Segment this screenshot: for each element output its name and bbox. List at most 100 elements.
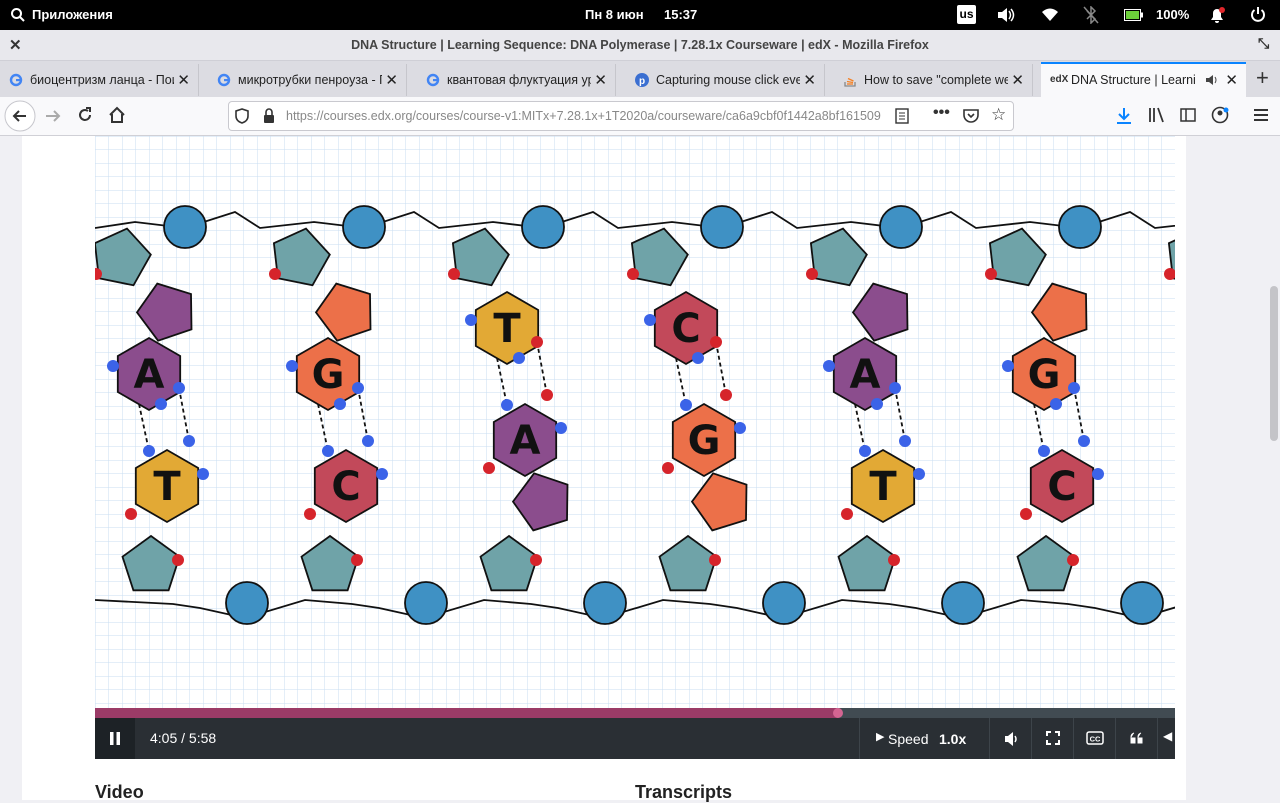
close-tab-icon[interactable]: ✕ xyxy=(594,71,607,89)
atom-top xyxy=(352,382,364,394)
oxygen-atom xyxy=(530,554,542,566)
home-button[interactable] xyxy=(108,106,126,124)
forward-button[interactable] xyxy=(44,107,62,125)
bluetooth-off-icon[interactable] xyxy=(1083,6,1099,24)
nitrogen-atom xyxy=(143,445,155,457)
nitrogen-atom xyxy=(501,399,513,411)
restore-window-icon[interactable]: ⤡ xyxy=(1258,35,1269,52)
nitrogen-atom xyxy=(644,314,656,326)
tab-label: Capturing mouse click eve xyxy=(656,73,800,87)
oxygen-atom xyxy=(351,554,363,566)
downloads-icon[interactable] xyxy=(1116,107,1132,125)
pocket-icon[interactable] xyxy=(963,108,979,123)
back-button[interactable] xyxy=(4,100,36,132)
transcript-toggle-button[interactable] xyxy=(1115,718,1158,759)
lock-icon[interactable] xyxy=(263,108,275,124)
volume-icon[interactable] xyxy=(996,7,1016,23)
notification-bell-icon[interactable] xyxy=(1208,6,1226,24)
base-letter-top: A xyxy=(850,352,881,398)
power-icon[interactable] xyxy=(1250,6,1266,22)
video-frame[interactable]: A T G C T A C G A T G C xyxy=(95,136,1175,708)
oxygen-atom xyxy=(806,268,818,280)
account-icon[interactable] xyxy=(1211,106,1229,124)
progress-fill xyxy=(95,708,839,718)
tab-label: микротрубки пенроуза - Поиск xyxy=(238,73,382,87)
keyboard-layout-indicator[interactable]: us xyxy=(957,5,976,24)
progress-handle[interactable] xyxy=(833,708,844,718)
atom-top xyxy=(1068,382,1080,394)
close-tab-icon[interactable]: ✕ xyxy=(177,71,190,89)
tab-1[interactable]: биоцентризм ланца - Поиск ✕ xyxy=(0,64,199,96)
close-tab-icon[interactable]: ✕ xyxy=(803,71,816,89)
menu-icon[interactable] xyxy=(1253,108,1269,122)
phosphate-top xyxy=(163,205,207,249)
phosphate-bottom xyxy=(941,581,985,625)
page-actions-icon[interactable]: ••• xyxy=(933,104,950,122)
oxygen-atom xyxy=(841,508,853,520)
volume-button[interactable] xyxy=(989,718,1032,759)
base-letter-bottom: G xyxy=(688,418,721,464)
tab-label: DNA Structure | Learni xyxy=(1071,73,1196,87)
nitrogen-atom xyxy=(107,360,119,372)
chevron-right-icon: ▶ xyxy=(876,731,885,743)
oxygen-atom xyxy=(888,554,900,566)
pause-button[interactable] xyxy=(95,718,135,759)
search-icon[interactable] xyxy=(10,7,26,23)
fullscreen-icon xyxy=(1046,731,1060,745)
video-progress-bar[interactable] xyxy=(95,708,1175,718)
atom-top xyxy=(173,382,185,394)
reload-button[interactable] xyxy=(76,106,94,124)
nitrogen-atom xyxy=(555,422,567,434)
fullscreen-button[interactable] xyxy=(1031,718,1074,759)
bookmark-star-icon[interactable]: ☆ xyxy=(991,105,1006,125)
tab-6-active[interactable]: edX DNA Structure | Learni ✕ xyxy=(1041,62,1246,98)
speed-control[interactable]: ▶ Speed 1.0x xyxy=(859,718,990,759)
atom-bottom xyxy=(720,389,732,401)
url-text[interactable]: https://courses.edx.org/courses/course-v… xyxy=(286,109,886,123)
nitrogen-atom xyxy=(197,468,209,480)
edx-icon: edX xyxy=(1050,74,1069,85)
atom-bottom xyxy=(362,435,374,447)
speed-label: Speed xyxy=(888,731,929,747)
reader-view-icon[interactable] xyxy=(895,108,909,124)
tab-2[interactable]: микротрубки пенроуза - Поиск ✕ xyxy=(208,64,407,96)
close-tab-icon[interactable]: ✕ xyxy=(1011,71,1024,89)
captions-button[interactable]: CC xyxy=(1073,718,1116,759)
base-letter-bottom: C xyxy=(1047,464,1076,510)
close-tab-icon[interactable]: ✕ xyxy=(1225,71,1238,89)
page-viewport: A T G C T A C G A T G C 4:05 / 5:58 ▶ Speed 1.0x CC… xyxy=(0,136,1280,802)
atom-bottom xyxy=(899,435,911,447)
sidebar-icon[interactable] xyxy=(1180,108,1196,122)
base-letter-bottom: C xyxy=(331,464,360,510)
tab-5[interactable]: How to save "complete we ✕ xyxy=(834,64,1033,96)
nitrogen-atom xyxy=(286,360,298,372)
stack-icon xyxy=(844,77,856,87)
window-titlebar: ✕ DNA Structure | Learning Sequence: DNA… xyxy=(0,30,1280,61)
tab-3[interactable]: квантовая флуктуация ур ✕ xyxy=(417,64,616,96)
address-bar[interactable]: https://courses.edx.org/courses/course-v… xyxy=(228,101,1014,131)
tab-label: How to save "complete we xyxy=(864,73,1008,87)
p-icon: p xyxy=(635,73,649,87)
tab-4[interactable]: p Capturing mouse click eve ✕ xyxy=(626,64,825,96)
oxygen-atom xyxy=(1067,554,1079,566)
shield-icon[interactable] xyxy=(235,108,249,124)
apps-menu[interactable]: Приложения xyxy=(32,7,113,22)
nitrogen-atom xyxy=(334,398,346,410)
close-tab-icon[interactable]: ✕ xyxy=(385,71,398,89)
more-controls-button[interactable]: ◀ xyxy=(1157,718,1176,759)
page-scrollbar-thumb[interactable] xyxy=(1270,286,1278,441)
clock[interactable]: 15:37 xyxy=(664,7,697,22)
wifi-icon[interactable] xyxy=(1041,7,1059,22)
window-title: DNA Structure | Learning Sequence: DNA P… xyxy=(351,38,929,52)
library-icon[interactable] xyxy=(1148,107,1166,123)
video-time: 4:05 / 5:58 xyxy=(150,730,217,746)
navigation-bar: https://courses.edx.org/courses/course-v… xyxy=(0,97,1280,136)
nitrogen-atom xyxy=(322,445,334,457)
google-icon xyxy=(9,73,23,87)
battery-icon[interactable] xyxy=(1124,9,1144,21)
nitrogen-atom xyxy=(1038,445,1050,457)
speaker-icon[interactable] xyxy=(1205,74,1219,86)
date-label[interactable]: Пн 8 июн xyxy=(585,7,644,22)
base-letter-top: C xyxy=(671,306,700,352)
new-tab-button[interactable]: + xyxy=(1256,65,1269,91)
